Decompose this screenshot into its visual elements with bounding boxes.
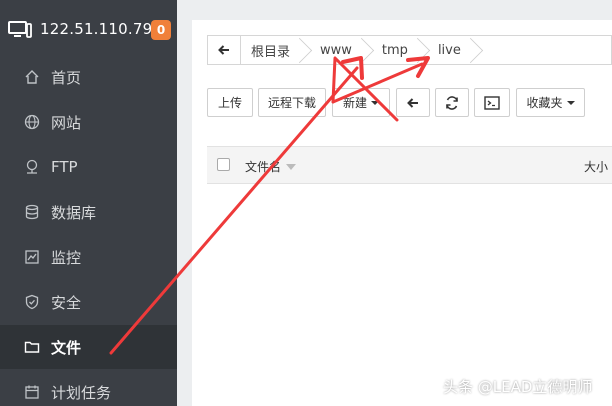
monitor-icon <box>8 21 32 38</box>
column-size[interactable]: 大小 <box>584 158 608 175</box>
ftp-icon <box>23 158 41 176</box>
sidebar-item-ftp[interactable]: FTP <box>0 145 177 189</box>
sidebar-item-label: 文件 <box>51 338 82 357</box>
database-icon <box>23 203 41 221</box>
sidebar-item-label: 网站 <box>51 113 82 132</box>
sidebar-item-label: FTP <box>51 158 78 176</box>
sidebar-item-label: 监控 <box>51 248 82 267</box>
remote-download-label: 远程下载 <box>267 96 316 110</box>
globe-icon <box>23 113 41 131</box>
sidebar-item-label: 首页 <box>51 68 82 87</box>
refresh-icon <box>446 95 458 110</box>
sidebar-item-files[interactable]: 文件 <box>0 325 177 369</box>
breadcrumb-live[interactable]: live <box>422 36 475 64</box>
sidebar-item-label: 数据库 <box>51 203 97 222</box>
breadcrumb-root[interactable]: 根目录 <box>241 36 304 64</box>
refresh-button[interactable] <box>435 88 469 117</box>
file-manager-panel <box>192 20 612 406</box>
breadcrumb-tmp[interactable]: tmp <box>366 36 422 64</box>
sidebar-item-label: 安全 <box>51 293 82 312</box>
file-table-header: 文件名 大小 <box>207 146 612 184</box>
sidebar: 122.51.110.79 0 首页 网站 FTP 数据库 监控 安全 文件 计… <box>0 0 177 406</box>
shield-icon <box>23 293 41 311</box>
server-header: 122.51.110.79 0 <box>0 0 177 58</box>
sidebar-item-home[interactable]: 首页 <box>0 55 177 99</box>
path-breadcrumb: 根目录 www tmp live <box>207 35 612 65</box>
back-button[interactable] <box>396 88 430 117</box>
server-ip: 122.51.110.79 <box>40 20 153 38</box>
favorites-label: 收藏夹 <box>526 96 563 110</box>
monitor-chart-icon <box>23 248 41 266</box>
sort-down-icon <box>286 163 297 170</box>
sidebar-item-cron[interactable]: 计划任务 <box>0 370 177 406</box>
sidebar-item-database[interactable]: 数据库 <box>0 190 177 234</box>
watermark: 头条 @LEAD立德明师 <box>443 378 593 396</box>
favorites-dropdown-button[interactable]: 收藏夹 <box>516 88 585 117</box>
notification-badge[interactable]: 0 <box>151 20 171 40</box>
upload-label: 上传 <box>217 96 242 110</box>
path-back-button[interactable] <box>208 36 241 64</box>
caret-down-icon <box>566 100 575 105</box>
terminal-icon <box>484 95 500 110</box>
select-all-checkbox[interactable] <box>217 158 230 171</box>
remote-download-button[interactable]: 远程下载 <box>258 88 326 117</box>
sidebar-item-monitor[interactable]: 监控 <box>0 235 177 279</box>
caret-down-icon <box>371 100 379 105</box>
new-label: 新建 <box>342 96 367 110</box>
sidebar-item-website[interactable]: 网站 <box>0 100 177 144</box>
arrow-left-icon <box>407 97 418 108</box>
arrow-left-icon <box>218 45 229 55</box>
column-filename[interactable]: 文件名 <box>245 158 297 175</box>
sidebar-item-label: 计划任务 <box>51 383 112 402</box>
upload-button[interactable]: 上传 <box>207 88 253 117</box>
sidebar-item-security[interactable]: 安全 <box>0 280 177 324</box>
home-icon <box>23 68 41 86</box>
column-filename-label: 文件名 <box>245 160 282 174</box>
breadcrumb-www[interactable]: www <box>304 36 366 64</box>
folder-icon <box>23 338 41 356</box>
calendar-icon <box>23 383 41 401</box>
new-dropdown-button[interactable]: 新建 <box>332 88 390 117</box>
terminal-button[interactable] <box>474 88 510 117</box>
